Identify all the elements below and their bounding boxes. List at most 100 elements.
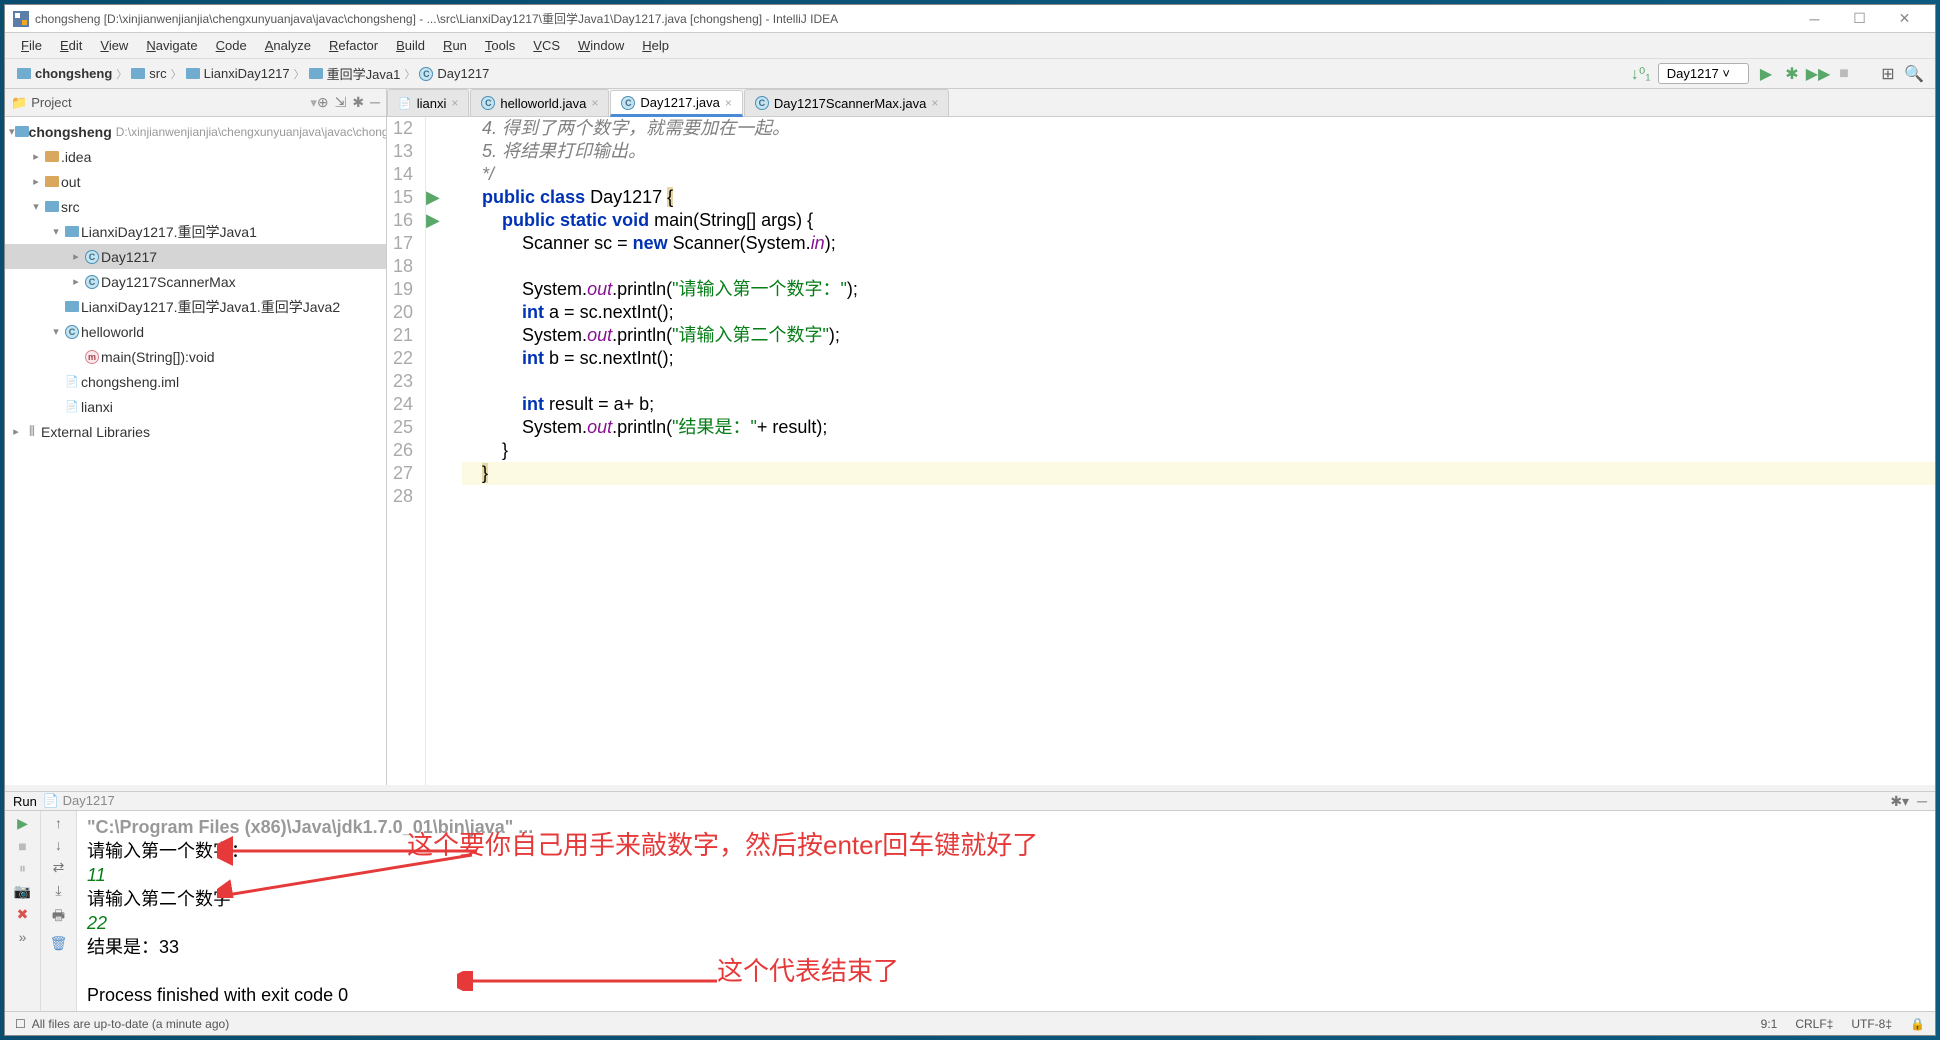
stop-run-icon[interactable]: ■ [18, 838, 26, 854]
menubar: FileEditViewNavigateCodeAnalyzeRefactorB… [5, 33, 1935, 59]
breadcrumb-item[interactable]: 重回学Java1 [309, 64, 401, 83]
search-icon[interactable]: 🔍 [1905, 65, 1923, 83]
line-ending[interactable]: CRLF‡ [1795, 1017, 1833, 1031]
lock-icon[interactable]: 🔒 [1910, 1017, 1925, 1031]
tab-close-icon[interactable]: × [931, 96, 938, 110]
collapse-icon[interactable]: ⇲ [335, 94, 347, 111]
caret-position[interactable]: 9:1 [1761, 1017, 1778, 1031]
menu-window[interactable]: Window [570, 36, 632, 55]
tree-item[interactable]: mmain(String[]):void [5, 344, 386, 369]
pause-icon[interactable]: ⏸ [19, 860, 26, 877]
tree-item[interactable]: ▸out [5, 169, 386, 194]
project-sidebar: 📁 Project ▾ ⊕ ⇲ ✱ ─ ▾chongshengD:\xinjia… [5, 89, 387, 785]
tree-item[interactable]: LianxiDay1217.重回学Java1.重回学Java2 [5, 294, 386, 319]
nav-toolbar: chongsheng〉 src〉 LianxiDay1217〉 重回学Java1… [5, 59, 1935, 89]
scroll-icon[interactable]: ⤓ [55, 882, 61, 899]
debug-icon[interactable]: ✱ [1783, 65, 1801, 83]
exit-icon[interactable]: ✖ [17, 906, 29, 923]
code-content[interactable]: 4. 得到了两个数字，就需要加在一起。 5. 将结果打印输出。 */ publi… [450, 117, 1935, 785]
run-hide-icon[interactable]: ─ [1917, 793, 1927, 809]
editor-tab[interactable]: Chelloworld.java× [470, 89, 609, 116]
breadcrumb: chongsheng〉 src〉 LianxiDay1217〉 重回学Java1… [17, 64, 1632, 83]
app-window: chongsheng [D:\xinjianwenjianjia\chengxu… [4, 4, 1936, 1036]
tab-close-icon[interactable]: × [591, 96, 598, 110]
titlebar: chongsheng [D:\xinjianwenjianjia\chengxu… [5, 5, 1935, 33]
tree-item[interactable]: ▸CDay1217 [5, 244, 386, 269]
sync-icon[interactable]: ↓⁰₁ [1632, 65, 1650, 83]
window-controls: ─ ☐ ✕ [1792, 5, 1927, 33]
editor-area: 📄lianxi×Chelloworld.java×CDay1217.java×C… [387, 89, 1935, 785]
run-body: ▶ ■ ⏸ 📷 ✖ » ↑ ↓ ⇄ ⤓ 🖶 🗑 [5, 811, 1935, 1011]
code-editor[interactable]: 1213141516171819202122232425262728 ▶▶ 4.… [387, 117, 1935, 785]
breadcrumb-item[interactable]: src [131, 66, 166, 81]
editor-tab[interactable]: CDay1217ScannerMax.java× [744, 89, 950, 116]
tree-item[interactable]: ▸.idea [5, 144, 386, 169]
run-tools-primary: ▶ ■ ⏸ 📷 ✖ » [5, 811, 41, 1011]
run-settings-icon[interactable]: ✱▾ [1890, 793, 1909, 810]
trash-icon[interactable]: 🗑 [50, 935, 68, 952]
editor-tab[interactable]: CDay1217.java× [610, 90, 743, 117]
tree-item[interactable]: 📄lianxi [5, 394, 386, 419]
run-config-select[interactable]: Day1217 ˅ [1658, 63, 1749, 84]
settings-icon[interactable]: ✱ [352, 94, 364, 111]
titlebar-text: chongsheng [D:\xinjianwenjianjia\chengxu… [35, 10, 1792, 27]
status-message: All files are up-to-date (a minute ago) [32, 1017, 229, 1031]
maximize-button[interactable]: ☐ [1837, 5, 1882, 33]
tree-item[interactable]: ▾src [5, 194, 386, 219]
more-icon[interactable]: » [19, 929, 27, 945]
wrap-icon[interactable]: ⇄ [53, 859, 65, 876]
tree-item[interactable]: ▸⦀External Libraries [5, 419, 386, 444]
menu-analyze[interactable]: Analyze [257, 36, 319, 55]
run-tools-secondary: ↑ ↓ ⇄ ⤓ 🖶 🗑 [41, 811, 77, 1011]
breadcrumb-item[interactable]: chongsheng [17, 66, 112, 81]
toolbar-right: ↓⁰₁ Day1217 ˅ ▶ ✱ ▶▶ ■ ⊞ 🔍 [1632, 63, 1923, 84]
run-tab-label[interactable]: Run [13, 794, 37, 809]
tree-item[interactable]: ▾LianxiDay1217.重回学Java1 [5, 219, 386, 244]
project-tree[interactable]: ▾chongshengD:\xinjianwenjianjia\chengxun… [5, 117, 386, 785]
encoding[interactable]: UTF-8‡ [1851, 1017, 1892, 1031]
print-icon[interactable]: 🖶 [52, 905, 65, 929]
rerun-icon[interactable]: ▶ [17, 815, 28, 832]
close-button[interactable]: ✕ [1882, 5, 1927, 33]
coverage-icon[interactable]: ▶▶ [1809, 65, 1827, 83]
up-icon[interactable]: ↑ [55, 815, 62, 831]
tree-item[interactable]: ▸CDay1217ScannerMax [5, 269, 386, 294]
app-icon [13, 11, 29, 27]
target-icon[interactable]: ⊕ [317, 94, 329, 111]
breadcrumb-item[interactable]: C Day1217 [419, 66, 489, 81]
project-title: 📁 Project ▾ [11, 95, 317, 111]
minimize-button[interactable]: ─ [1792, 5, 1837, 33]
editor-tab[interactable]: 📄lianxi× [387, 89, 469, 116]
tree-item[interactable]: ▾Chelloworld [5, 319, 386, 344]
menu-code[interactable]: Code [208, 36, 255, 55]
menu-edit[interactable]: Edit [52, 36, 90, 55]
status-right: 9:1 CRLF‡ UTF-8‡ 🔒 [1761, 1017, 1925, 1031]
menu-navigate[interactable]: Navigate [138, 36, 205, 55]
run-icon[interactable]: ▶ [1757, 65, 1775, 83]
run-config-label: Day1217 [63, 793, 115, 808]
structure-icon[interactable]: ⊞ [1879, 65, 1897, 83]
menu-refactor[interactable]: Refactor [321, 36, 386, 55]
down-icon[interactable]: ↓ [55, 837, 62, 853]
console-output[interactable]: 这个要你自己用手来敲数字，然后按enter回车键就好了 这个代表结束了 "C:\… [77, 811, 1935, 1011]
menu-file[interactable]: File [13, 36, 50, 55]
tab-close-icon[interactable]: × [451, 96, 458, 110]
menu-vcs[interactable]: VCS [525, 36, 568, 55]
status-icon: ☐ [15, 1017, 26, 1031]
menu-tools[interactable]: Tools [477, 36, 523, 55]
menu-run[interactable]: Run [435, 36, 475, 55]
status-left: ☐ All files are up-to-date (a minute ago… [15, 1017, 1761, 1031]
content-area: 📁 Project ▾ ⊕ ⇲ ✱ ─ ▾chongshengD:\xinjia… [5, 89, 1935, 785]
tree-item[interactable]: ▾chongshengD:\xinjianwenjianjia\chengxun… [5, 119, 386, 144]
menu-build[interactable]: Build [388, 36, 433, 55]
menu-help[interactable]: Help [634, 36, 677, 55]
dump-icon[interactable]: 📷 [14, 883, 31, 900]
menu-view[interactable]: View [92, 36, 136, 55]
tree-item[interactable]: 📄chongsheng.iml [5, 369, 386, 394]
hide-icon[interactable]: ─ [370, 94, 380, 111]
project-tools: ⊕ ⇲ ✱ ─ [317, 94, 380, 111]
tab-close-icon[interactable]: × [725, 96, 732, 110]
icon-column: ▶▶ [426, 117, 450, 785]
breadcrumb-item[interactable]: LianxiDay1217 [186, 66, 290, 81]
stop-icon[interactable]: ■ [1835, 65, 1853, 83]
